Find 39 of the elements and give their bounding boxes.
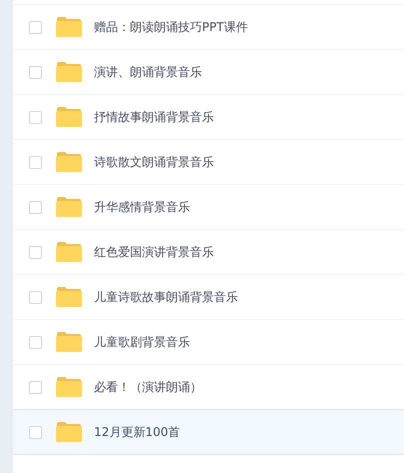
folder-name[interactable]: 升华感情背景音乐 xyxy=(94,198,190,216)
checkbox[interactable] xyxy=(29,336,42,348)
folder-icon xyxy=(56,332,82,352)
checkbox[interactable] xyxy=(29,200,42,214)
file-row[interactable]: 赠品：朗读朗诵技巧PPT课件 xyxy=(13,4,404,49)
folder-icon xyxy=(56,377,82,397)
folder-name[interactable]: 儿童诗歌故事朗诵背景音乐 xyxy=(94,288,238,306)
folder-icon xyxy=(56,107,82,127)
folder-name[interactable]: 儿童歌剧背景音乐 xyxy=(94,334,190,350)
file-row[interactable]: 演讲、朗诵背景音乐 xyxy=(13,49,404,94)
checkbox[interactable] xyxy=(29,380,42,394)
folder-name[interactable]: 必看！（演讲朗诵） xyxy=(94,378,202,396)
file-row[interactable]: 红色爱国演讲背景音乐 xyxy=(13,229,404,274)
folder-icon xyxy=(56,152,82,172)
checkbox[interactable] xyxy=(29,66,42,78)
file-row[interactable]: 儿童诗歌故事朗诵背景音乐 xyxy=(13,274,404,319)
folder-name[interactable]: 12月更新100首 xyxy=(94,424,180,440)
checkbox[interactable] xyxy=(29,246,42,258)
checkbox[interactable] xyxy=(29,110,42,124)
folder-icon xyxy=(56,62,82,82)
folder-icon xyxy=(56,287,82,307)
folder-name[interactable]: 诗歌散文朗诵背景音乐 xyxy=(94,154,214,170)
file-row[interactable]: 升华感情背景音乐 xyxy=(13,184,404,229)
file-row[interactable]: 抒情故事朗诵背景音乐 xyxy=(13,94,404,139)
checkbox[interactable] xyxy=(29,156,42,168)
file-row[interactable]: 诗歌散文朗诵背景音乐 xyxy=(13,139,404,184)
folder-icon xyxy=(56,17,82,37)
folder-name[interactable]: 演讲、朗诵背景音乐 xyxy=(94,64,202,80)
checkbox[interactable] xyxy=(29,20,42,34)
checkbox[interactable] xyxy=(29,290,42,304)
folder-name[interactable]: 抒情故事朗诵背景音乐 xyxy=(94,108,214,126)
file-row[interactable]: 12月更新100首 xyxy=(13,409,404,455)
folder-icon xyxy=(56,197,82,217)
folder-icon xyxy=(56,422,82,442)
folder-icon xyxy=(56,242,82,262)
folder-name[interactable]: 赠品：朗读朗诵技巧PPT课件 xyxy=(94,18,248,36)
checkbox[interactable] xyxy=(29,426,42,438)
file-row[interactable]: 儿童歌剧背景音乐 xyxy=(13,319,404,364)
folder-name[interactable]: 红色爱国演讲背景音乐 xyxy=(94,244,214,260)
